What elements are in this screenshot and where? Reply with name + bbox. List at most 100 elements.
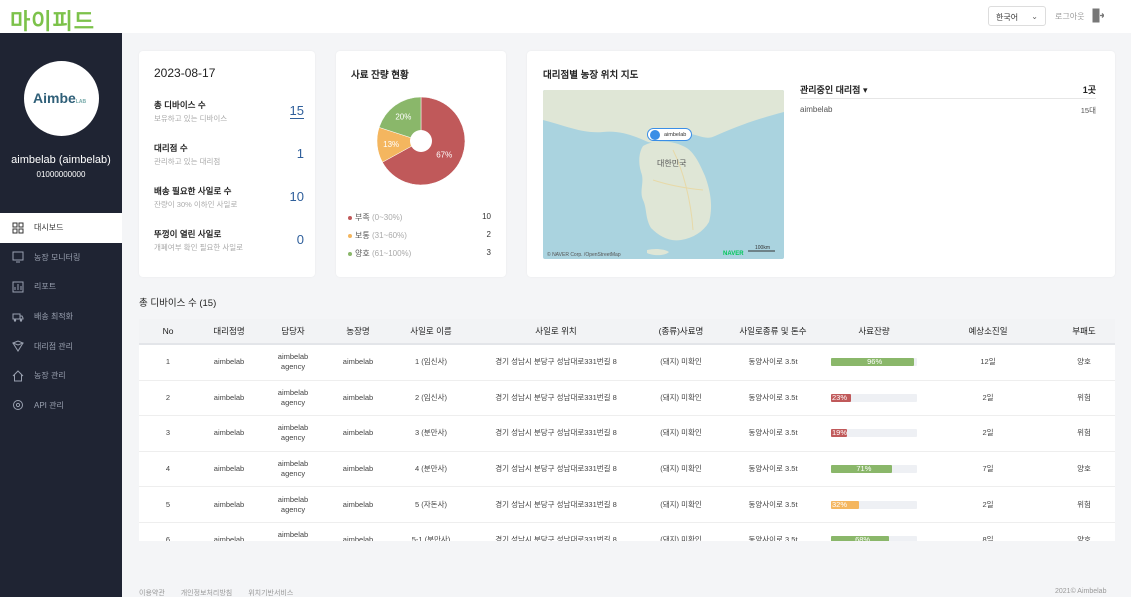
legend-dot	[348, 233, 352, 238]
stat-delivery-needed: 배송 필요한 사일로 수 잔량이 30% 이하인 사일로 10	[154, 185, 304, 210]
table-cell-days: 2일	[982, 392, 994, 402]
table-cell-agency: aimbelab	[213, 357, 245, 367]
user-name: aimbelab (aimbelab)	[11, 154, 111, 166]
table-cell-status: 양호	[1077, 464, 1091, 474]
table-row[interactable]: 1 aimbelab aimbelab agency aimbelab 1 (임신사) 경…	[139, 345, 1115, 381]
nav-label: 리포트	[34, 282, 57, 292]
feed-level-label: 68%	[855, 535, 871, 541]
stat-value: 10	[289, 189, 304, 204]
stat-title: 총 디바이스 수	[154, 100, 206, 110]
table-cell-farm: aimbelab	[342, 392, 374, 402]
table-cell-silo: 1 (임신사)	[415, 357, 447, 367]
feed-level-label: 32%	[832, 499, 848, 509]
table-row[interactable]: 6 aimbelab aimbelab agency aimbelab 5-1 (분만사…	[139, 523, 1115, 541]
stat-subtitle: 관리하고 있는 대리점	[154, 157, 221, 166]
table-row[interactable]: 5 aimbelab aimbelab agency aimbelab 5 (자돈사) 경…	[139, 487, 1115, 523]
device-table-title: 총 디바이스 수 (15)	[139, 298, 217, 309]
nav-item-report[interactable]: 리포트	[0, 272, 122, 302]
app-logo[interactable]: 마이피드	[10, 4, 95, 36]
nav-item-api[interactable]: API 관리	[0, 391, 122, 421]
stat-subtitle: 보유하고 있는 디바이스	[154, 114, 228, 123]
agency-icon	[12, 340, 24, 353]
nav-item-farm-monitoring[interactable]: 농장 모니터링	[0, 243, 122, 273]
managed-agencies-dropdown[interactable]: 관리중인 대리점 ▾ 1곳	[800, 83, 1096, 99]
column-header[interactable]: 사료잔량	[825, 319, 923, 343]
legend-count: 3	[486, 248, 491, 257]
table-cell-agency: aimbelab	[213, 535, 245, 541]
caret-down-icon: ▾	[862, 85, 868, 95]
table-cell-capacity: 동양사이로 3.5t	[748, 535, 798, 541]
table-cell-status: 양호	[1077, 535, 1091, 541]
nav-item-dashboard[interactable]: 대시보드	[0, 213, 122, 243]
logout-icon[interactable]	[1092, 8, 1104, 23]
legend-shortage: 부족 (0~30%) 10	[348, 212, 491, 223]
table-cell-status: 위험	[1077, 428, 1091, 438]
table-row[interactable]: 3 aimbelab aimbelab agency aimbelab 3 (분만사) 경…	[139, 416, 1115, 452]
table-cell-feed: (돼지) 미확인	[660, 464, 702, 474]
map-marker[interactable]: aimbelab	[647, 128, 692, 141]
column-header[interactable]: 사일로종류 및 톤수	[721, 319, 825, 343]
table-cell-silo: 3 (분만사)	[415, 428, 447, 438]
table-cell-feed: (돼지) 미확인	[660, 392, 702, 402]
column-header[interactable]: No	[139, 319, 197, 343]
table-cell-location: 경기 성남시 분당구 성남대로331번길 8	[495, 499, 617, 509]
table-cell-capacity: 동양사이로 3.5t	[748, 428, 798, 438]
feed-pie-chart: 67% 13% 20%	[376, 96, 466, 186]
device-table: No 대리점명 담당자 농장명 사일로 이름 사일로 위치 (종류)사료명 사일…	[139, 319, 1115, 541]
table-cell-days: 12일	[980, 357, 996, 367]
nav-label: 농장 관리	[34, 371, 66, 381]
table-cell-feed: (돼지) 미확인	[660, 499, 702, 509]
nav-label: 농장 모니터링	[34, 252, 81, 262]
nav-item-delivery[interactable]: 배송 최적화	[0, 302, 122, 332]
nav-item-agency[interactable]: 대리점 관리	[0, 331, 122, 361]
footer-link-terms[interactable]: 이용약관	[139, 590, 165, 597]
footer-link-location[interactable]: 위치기반서비스	[248, 590, 293, 597]
footer-link-privacy[interactable]: 개인정보처리방침	[181, 590, 233, 597]
chevron-down-icon: ⌄	[1031, 12, 1038, 21]
column-header[interactable]: 농장명	[325, 319, 391, 343]
table-cell-days: 7일	[982, 464, 994, 474]
table-cell-location: 경기 성남시 분당구 성남대로331번길 8	[495, 392, 617, 402]
legend-range: (31~60%)	[371, 231, 407, 240]
monitor-icon	[12, 251, 24, 263]
map-scale: 100km	[755, 245, 770, 251]
table-cell-no: 6	[165, 535, 171, 541]
table-cell-agency: aimbelab	[213, 464, 245, 474]
column-header[interactable]: (종류)사료명	[641, 319, 721, 343]
language-select[interactable]: 한국어 ⌄	[988, 6, 1046, 26]
legend-range: (0~30%)	[371, 213, 403, 222]
table-cell-silo: 4 (분만사)	[415, 464, 447, 474]
table-cell-capacity: 동양사이로 3.5t	[748, 464, 798, 474]
table-row[interactable]: 2 aimbelab aimbelab agency aimbelab 2 (임신사) 경…	[139, 381, 1115, 417]
column-header[interactable]: 사일로 위치	[471, 319, 641, 343]
copyright: 2021© Aimbelab	[1055, 588, 1107, 595]
table-cell-no: 3	[165, 428, 171, 438]
stat-title: 배송 필요한 사일로 수	[154, 186, 232, 196]
legend-dot	[348, 215, 352, 220]
pie-slice-label: 20%	[395, 113, 411, 122]
farm-map[interactable]: 대한민국 © NAVER Corp. /OpenStreetMap NAVER …	[543, 90, 784, 259]
logout-link[interactable]: 로그아웃	[1055, 11, 1084, 22]
column-header[interactable]: 사일로 이름	[391, 319, 471, 343]
stat-value-link[interactable]: 15	[289, 103, 304, 119]
top-bar: 마이피드 한국어 ⌄ 로그아웃	[0, 0, 1131, 36]
column-header[interactable]: 담당자	[261, 319, 325, 343]
table-cell-manager: aimbelab agency	[277, 459, 309, 479]
feed-level-bar: 23%	[831, 393, 917, 402]
api-icon	[13, 400, 23, 411]
agency-device-count: 15대	[1080, 106, 1096, 115]
nav-item-farm[interactable]: 농장 관리	[0, 361, 122, 391]
table-cell-silo: 5 (자돈사)	[415, 499, 447, 509]
column-header[interactable]: 예상소진일	[923, 319, 1053, 343]
agency-name: aimbelab	[800, 105, 833, 114]
map-graphic: 대한민국 © NAVER Corp. /OpenStreetMap NAVER …	[543, 90, 784, 258]
column-header[interactable]: 대리점명	[197, 319, 261, 343]
table-cell-manager: aimbelab agency	[277, 530, 309, 541]
table-cell-location: 경기 성남시 분당구 성남대로331번길 8	[495, 464, 617, 474]
table-row[interactable]: 4 aimbelab aimbelab agency aimbelab 4 (분만사) 경…	[139, 452, 1115, 488]
table-cell-silo: 2 (임신사)	[415, 392, 447, 402]
agency-row[interactable]: aimbelab 15대	[800, 105, 1096, 115]
column-header[interactable]: 부패도	[1053, 319, 1115, 343]
stat-value: 0	[296, 232, 304, 247]
legend-count: 2	[486, 230, 491, 239]
